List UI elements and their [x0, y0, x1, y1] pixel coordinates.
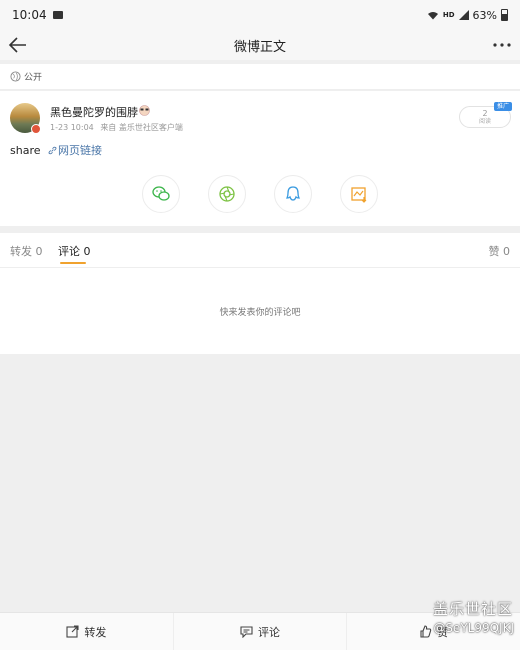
empty-comments-text: 快来发表你的评论吧 — [219, 308, 301, 318]
watermark-handle: @SeYL99QJKJ — [433, 621, 514, 635]
nav-bar: 微博正文 — [0, 30, 520, 60]
status-time: 10:04 — [12, 8, 47, 22]
hd-network-label: HD — [442, 11, 455, 19]
back-arrow-icon[interactable] — [8, 36, 28, 54]
emoji-icon — [139, 105, 150, 116]
battery-percent: 63% — [472, 8, 497, 22]
watermark-title: 盖乐世社区 — [432, 600, 513, 618]
repost-button[interactable]: 转发 — [0, 613, 174, 650]
comment-icon — [240, 626, 253, 638]
username[interactable]: 黑色曼陀罗的围脖 — [50, 104, 138, 120]
tab-comment[interactable]: 评论 0 — [58, 243, 91, 259]
thumbs-up-icon — [420, 625, 432, 638]
post-date: 1-23 10:04 — [50, 123, 94, 132]
visibility-label: 公开 — [24, 73, 43, 83]
promote-sub-label: 阅读 — [478, 118, 491, 125]
promote-tag: 推广 — [494, 102, 512, 111]
web-link-label: 网页链接 — [58, 144, 102, 157]
tab-repost[interactable]: 转发 0 — [10, 243, 43, 259]
wifi-icon — [427, 11, 438, 19]
signal-icon — [458, 10, 469, 20]
qq-icon — [285, 186, 301, 201]
comment-label: 评论 — [258, 625, 280, 639]
battery-icon — [501, 9, 508, 21]
wechat-icon — [152, 186, 170, 201]
status-bar: 10:04 HD 63% — [0, 0, 520, 30]
post-source: 来自 盖乐世社区客户端 — [100, 123, 183, 132]
repost-icon — [66, 625, 79, 638]
page-title: 微博正文 — [233, 39, 286, 55]
repost-label: 转发 — [84, 625, 107, 639]
web-link[interactable]: 网页链接 — [48, 144, 102, 157]
more-icon[interactable] — [492, 36, 512, 54]
status-right: HD 63% — [427, 9, 508, 22]
post-meta: 1-23 10:04 来自 盖乐世社区客户端 — [50, 122, 183, 133]
globe-icon — [10, 71, 21, 82]
visibility-row: 公开 — [0, 64, 520, 90]
share-wechat-button[interactable] — [142, 175, 180, 213]
post-card: 黑色曼陀罗的围脖 1-23 10:04 来自 盖乐世社区客户端 2 阅读 推广 … — [0, 91, 520, 226]
image-share-icon — [351, 187, 367, 203]
divider — [0, 267, 520, 268]
post-body: share — [10, 144, 41, 157]
share-qq-button[interactable] — [274, 175, 312, 213]
message-notification-icon — [52, 11, 63, 19]
comments-section: 转发 0 评论 0 赞 0 快来发表你的评论吧 — [0, 233, 520, 354]
share-moments-button[interactable] — [208, 175, 246, 213]
active-tab-indicator — [60, 262, 86, 264]
comment-button[interactable]: 评论 — [174, 613, 348, 650]
avatar-badge-icon — [31, 124, 41, 134]
share-image-button[interactable] — [340, 175, 378, 213]
moments-icon — [219, 186, 235, 202]
tab-like[interactable]: 赞 0 — [489, 243, 511, 259]
link-icon — [48, 146, 57, 155]
post-text: share 网页链接 — [10, 142, 102, 158]
